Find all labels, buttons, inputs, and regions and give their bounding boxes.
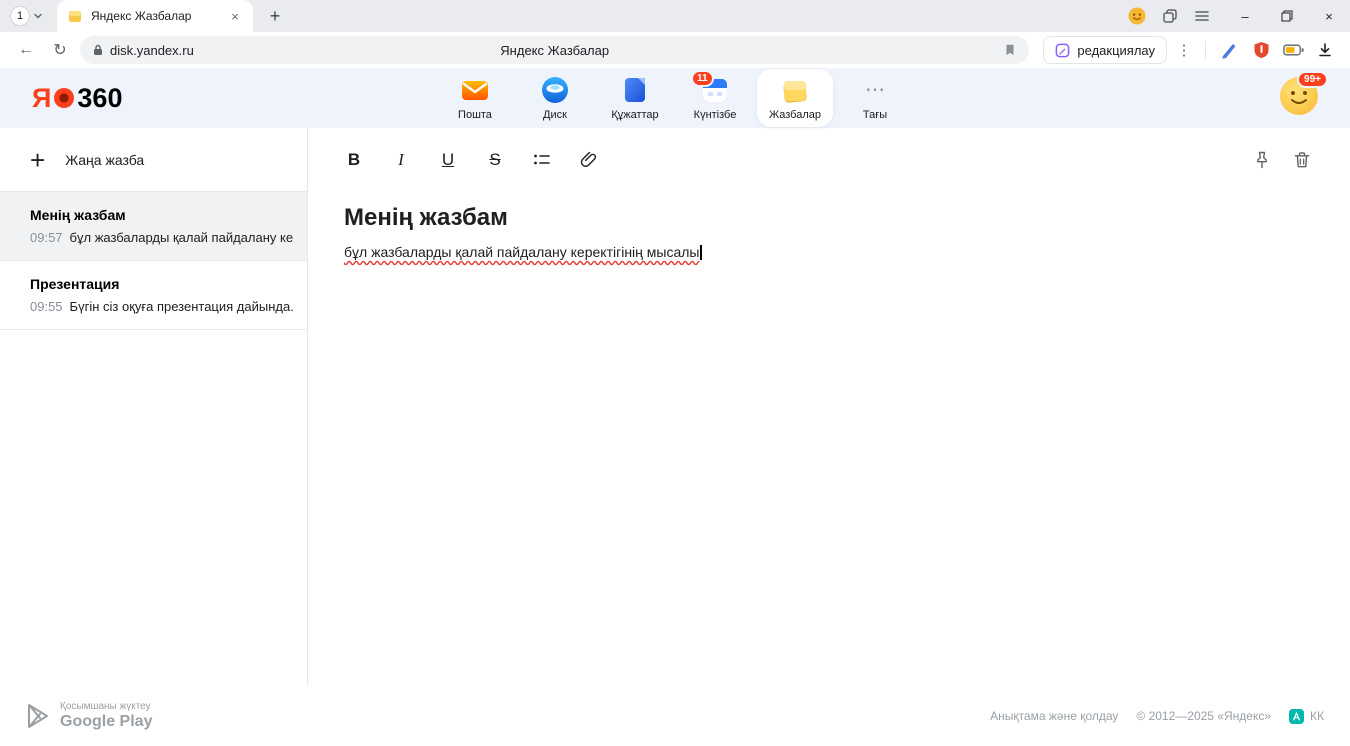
note-title-field[interactable]: Менің жазбам [344, 204, 1314, 232]
language-icon [1289, 709, 1304, 724]
logo-ya-letter: Я [32, 83, 51, 114]
service-notes[interactable]: Жазбалар [757, 69, 833, 127]
browser-toolbar: ← ↻ disk.yandex.ru Яндекс Жазбалар редак… [0, 32, 1350, 68]
windows-overlap-icon[interactable] [1162, 8, 1178, 24]
service-mail[interactable]: Пошта [437, 69, 513, 127]
note-item-title: Презентация [30, 276, 293, 292]
new-tab-button[interactable]: + [263, 6, 287, 27]
page-footer: Қосымшаны жүктеу Google Play Анықтама жә… [0, 686, 1350, 746]
delete-note-button[interactable] [1290, 148, 1314, 172]
notification-badge: 99+ [1297, 71, 1328, 88]
toolbar-divider [1205, 41, 1206, 59]
browser-tab-active[interactable]: Яндекс Жазбалар × [57, 0, 253, 32]
calendar-icon: 11 [699, 74, 731, 106]
bold-button[interactable]: B [344, 148, 364, 172]
note-item-preview: Бүгін сіз оқуға презентация дайында... [70, 299, 293, 314]
browser-tabstrip: 1 Яндекс Жазбалар × + – × [0, 0, 1350, 32]
logo-360-text: 360 [77, 83, 122, 114]
note-list-item-selected[interactable]: Менің жазбам 09:57 бұл жазбаларды қалай … [0, 192, 307, 261]
note-item-time: 09:57 [30, 230, 63, 245]
tab-favicon-notes-icon [67, 8, 83, 24]
service-label: Тағы [863, 109, 887, 121]
new-note-label: Жаңа жазба [65, 152, 144, 168]
footer-links: Анықтама және қолдау © 2012—2025 «Яндекс… [990, 709, 1324, 724]
service-label: Диск [543, 109, 567, 121]
profile-avatar-icon[interactable] [1128, 7, 1146, 25]
window-close-button[interactable]: × [1308, 0, 1350, 32]
window-minimize-button[interactable]: – [1224, 0, 1266, 32]
battery-icon[interactable] [1280, 37, 1306, 63]
tabstrip-right-controls [1128, 7, 1224, 25]
note-body-text: бұл жазбаларды қалай пайдалану керектігі… [344, 244, 699, 260]
text-caret [700, 245, 702, 260]
copyright-text: © 2012—2025 «Яндекс» [1136, 709, 1271, 723]
google-play-caption: Қосымшаны жүктеу [60, 701, 152, 712]
language-code: КК [1310, 709, 1324, 723]
documents-icon [619, 74, 651, 106]
edit-mode-label: редакциялау [1077, 43, 1155, 58]
more-dots-icon: ⋯ [859, 74, 891, 106]
tab-close-icon[interactable]: × [227, 9, 243, 24]
service-label: Құжаттар [611, 109, 658, 121]
google-play-label: Google Play [60, 713, 152, 731]
bullet-list-button[interactable] [532, 148, 552, 172]
google-play-link[interactable]: Қосымшаны жүктеу Google Play [26, 701, 152, 731]
lock-icon [92, 44, 104, 56]
back-icon[interactable]: ← [12, 36, 40, 64]
service-docs[interactable]: Құжаттар [597, 69, 673, 127]
tab-counter-badge[interactable]: 1 [10, 6, 30, 26]
notes-sidebar: + Жаңа жазба Менің жазбам 09:57 бұл жазб… [0, 128, 308, 686]
language-switcher[interactable]: КК [1289, 709, 1324, 724]
kebab-menu-icon[interactable]: ⋮ [1173, 41, 1195, 59]
attach-file-button[interactable] [579, 148, 599, 172]
yandex360-logo[interactable]: Я 360 [32, 83, 122, 114]
edit-mode-button[interactable]: редакциялау [1043, 36, 1167, 64]
main-area: + Жаңа жазба Менің жазбам 09:57 бұл жазб… [0, 128, 1350, 686]
services-nav: Пошта Диск Құжаттар 11 Күнтізбе Жазб [437, 69, 913, 127]
url-text: disk.yandex.ru [110, 43, 194, 58]
underline-button[interactable]: U [438, 148, 458, 172]
note-editor: B I U S Менің жазбам бұл жазбаларды қала… [308, 128, 1350, 686]
new-note-button[interactable]: + Жаңа жазба [0, 128, 307, 192]
disk-icon [539, 74, 571, 106]
calendar-badge: 11 [691, 70, 714, 87]
service-calendar[interactable]: 11 Күнтізбе [677, 69, 753, 127]
editor-actions [1250, 148, 1314, 172]
shield-extension-icon[interactable] [1248, 37, 1274, 63]
pen-extension-icon[interactable] [1216, 37, 1242, 63]
italic-button[interactable]: I [391, 148, 411, 172]
mail-icon [459, 74, 491, 106]
help-link[interactable]: Анықтама және қолдау [990, 709, 1118, 723]
address-bar[interactable]: disk.yandex.ru Яндекс Жазбалар [80, 36, 1029, 64]
omnibox-page-title: Яндекс Жазбалар [80, 43, 1029, 58]
reload-icon[interactable]: ↻ [46, 36, 74, 64]
note-list-item[interactable]: Презентация 09:55 Бүгін сіз оқуға презен… [0, 261, 307, 330]
logo-ring-icon [54, 88, 74, 108]
window-restore-button[interactable] [1266, 0, 1308, 32]
editor-toolbar: B I U S [344, 128, 1314, 192]
user-avatar[interactable]: 99+ [1280, 77, 1318, 120]
plus-icon: + [30, 147, 45, 173]
bookmark-icon[interactable] [1003, 43, 1017, 57]
service-more[interactable]: ⋯ Тағы [837, 69, 913, 127]
service-label: Жазбалар [769, 109, 821, 121]
note-item-title: Менің жазбам [30, 207, 293, 223]
note-item-time: 09:55 [30, 299, 63, 314]
service-label: Күнтізбе [694, 109, 737, 121]
strikethrough-button[interactable]: S [485, 148, 505, 172]
service-disk[interactable]: Диск [517, 69, 593, 127]
edit-pencil-icon [1055, 43, 1070, 58]
notes-icon [779, 74, 811, 106]
note-item-preview: бұл жазбаларды қалай пайдалану ке... [70, 230, 293, 245]
window-controls: – × [1224, 0, 1350, 32]
google-play-icon [26, 703, 50, 729]
note-body-field[interactable]: бұл жазбаларды қалай пайдалану керектігі… [344, 244, 1314, 260]
service-label: Пошта [458, 109, 492, 121]
downloads-icon[interactable] [1312, 37, 1338, 63]
tab-list-chevron-icon[interactable] [33, 11, 43, 21]
pin-note-button[interactable] [1250, 148, 1274, 172]
hamburger-menu-icon[interactable] [1194, 8, 1210, 24]
tab-title: Яндекс Жазбалар [91, 9, 219, 23]
yandex360-header: Я 360 Пошта Диск Құжаттар 11 [0, 68, 1350, 128]
